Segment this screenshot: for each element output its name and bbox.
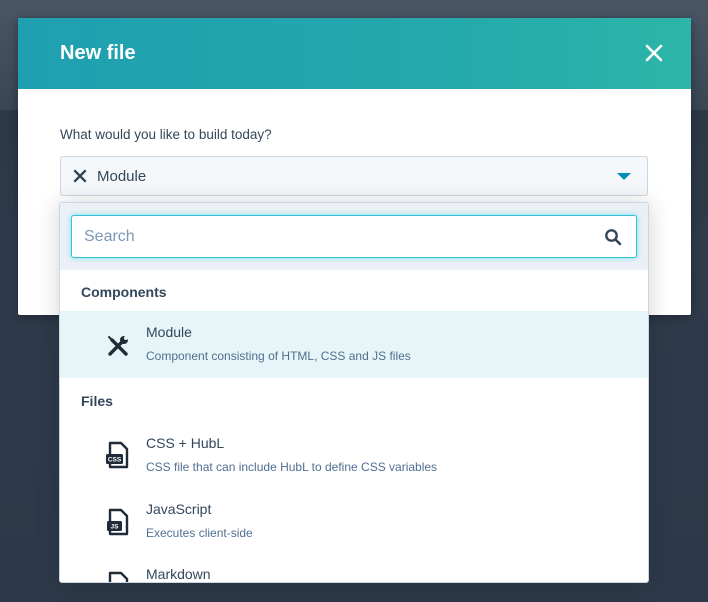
- option-description: Component consisting of HTML, CSS and JS…: [146, 349, 411, 363]
- search-input[interactable]: [84, 226, 574, 248]
- clear-selection-icon[interactable]: [73, 169, 87, 183]
- build-type-dropdown: Components Module Component consisting o…: [59, 202, 649, 583]
- select-value: Module: [97, 168, 147, 185]
- close-icon: [645, 44, 663, 62]
- option-css-hubl[interactable]: CSS CSS + HubL CSS file that can include…: [60, 423, 648, 487]
- option-title: JavaScript: [146, 501, 212, 517]
- search-box[interactable]: [71, 215, 637, 258]
- css-file-icon: CSS: [106, 441, 129, 469]
- option-description: CSS file that can include HubL to define…: [146, 460, 438, 474]
- js-badge-text: JS: [111, 524, 120, 531]
- caret-down-icon: [617, 173, 631, 180]
- option-module[interactable]: Module Component consisting of HTML, CSS…: [60, 311, 648, 378]
- build-type-select[interactable]: Module: [60, 156, 648, 196]
- dialog-header: New file: [18, 18, 691, 89]
- markdown-file-icon: [108, 571, 129, 582]
- group-heading-components: Components: [81, 284, 167, 300]
- option-javascript[interactable]: JS JavaScript Executes client-side: [60, 491, 648, 551]
- option-title: Module: [146, 324, 192, 340]
- option-title: CSS + HubL: [146, 435, 225, 451]
- dialog-title: New file: [60, 42, 136, 64]
- css-badge-text: CSS: [108, 457, 122, 464]
- search-area: [60, 203, 648, 270]
- option-markdown[interactable]: Markdown: [60, 557, 648, 582]
- option-description: Executes client-side: [146, 526, 253, 540]
- js-file-icon: JS: [107, 508, 129, 536]
- search-icon[interactable]: [604, 228, 622, 246]
- option-title: Markdown: [146, 566, 211, 582]
- close-button[interactable]: [639, 38, 669, 68]
- build-type-label: What would you like to build today?: [60, 127, 272, 142]
- tools-icon: [108, 336, 128, 356]
- group-heading-files: Files: [81, 393, 113, 409]
